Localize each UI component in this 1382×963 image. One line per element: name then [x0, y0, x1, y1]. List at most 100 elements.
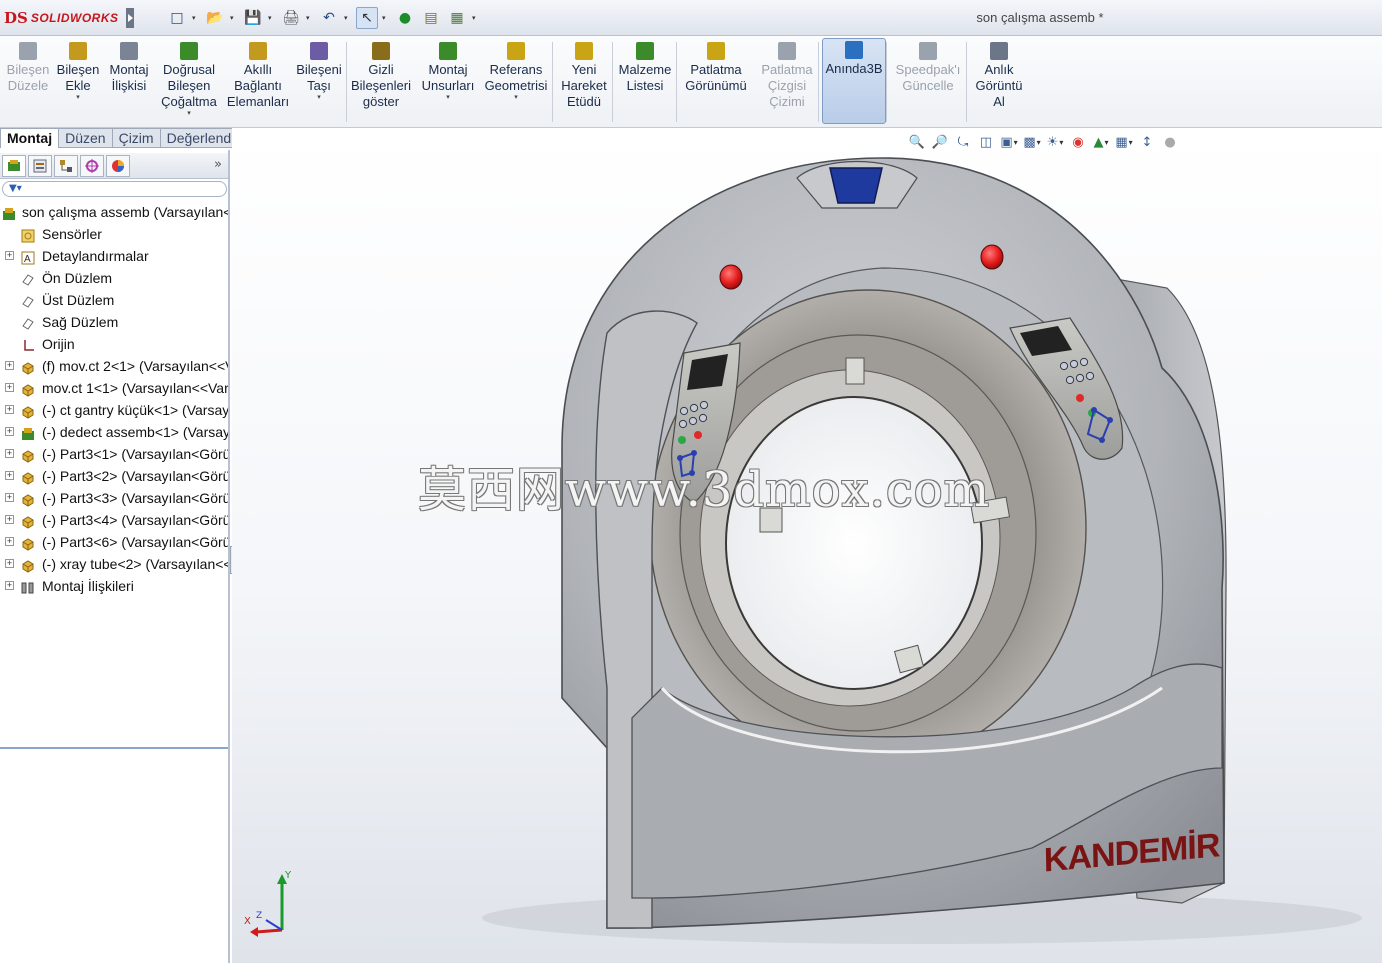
solidworks-logo[interactable]: DS SOLIDWORKS: [4, 7, 119, 29]
select-dropdown-icon[interactable]: ▾: [382, 14, 390, 22]
previous-view-icon[interactable]: ⤿: [954, 133, 972, 151]
chevron-down-icon[interactable]: ▾: [187, 110, 191, 118]
chevron-down-icon[interactable]: ▾: [514, 94, 518, 102]
rebuild-icon[interactable]: ●: [394, 7, 416, 29]
tree-item[interactable]: + (-) Part3<4> (Varsayılan<Görüntü Durumu: [0, 509, 228, 531]
open-dropdown-icon[interactable]: ▾: [230, 14, 238, 22]
more-tabs-chevron[interactable]: »: [214, 157, 222, 172]
expand-icon[interactable]: +: [5, 449, 14, 458]
command-label: Unsurları: [421, 78, 475, 93]
tab-montaj[interactable]: Montaj: [0, 128, 60, 148]
tab-çizim[interactable]: Çizim: [112, 128, 161, 148]
tree-item[interactable]: Ön Düzlem: [0, 267, 228, 289]
new-motion-study-button[interactable]: Yeni Hareket Etüdü: [556, 40, 612, 124]
expand-icon[interactable]: +: [5, 405, 14, 414]
section-view-icon[interactable]: ◫: [977, 133, 995, 151]
tree-item[interactable]: Sağ Düzlem: [0, 311, 228, 333]
save-dropdown-icon[interactable]: ▾: [268, 14, 276, 22]
select-icon[interactable]: ↖: [356, 7, 378, 29]
expand-icon[interactable]: +: [5, 493, 14, 502]
tree-item[interactable]: + (-) Part3<3> (Varsayılan<Görüntü Durumu: [0, 487, 228, 509]
display-style-icon[interactable]: ▩: [1023, 133, 1041, 151]
tree-filter-input[interactable]: ▼▾: [2, 181, 227, 197]
explode-line-sketch-button[interactable]: Patlatma Çizgisi Çizimi: [754, 40, 820, 124]
tree-item[interactable]: Orijin: [0, 333, 228, 355]
linear-pattern-button[interactable]: Doğrusal Bileşen Çoğaltma ▾: [156, 40, 222, 124]
tree-root-assembly[interactable]: son çalışma assemb (Varsayılan<Görüntü D…: [0, 201, 228, 223]
tree-item[interactable]: + Montaj İlişkileri: [0, 575, 228, 597]
zoom-to-area-icon[interactable]: 🔎: [931, 133, 949, 151]
command-label: Listesi: [626, 78, 664, 93]
menu-expand-arrow-icon[interactable]: [126, 8, 134, 28]
take-snapshot-button[interactable]: Anlık Görüntü Al: [970, 40, 1028, 124]
tree-item[interactable]: + mov.ct 1<1> (Varsayılan<<Varsayılan>_Gö…: [0, 377, 228, 399]
bill-of-materials-button[interactable]: Malzeme Listesi: [616, 40, 674, 124]
save-icon[interactable]: 💾: [242, 7, 264, 29]
expand-icon[interactable]: +: [5, 537, 14, 546]
new-dropdown-icon[interactable]: ▾: [192, 14, 200, 22]
edit-component-button[interactable]: Bileşen Düzele: [2, 40, 54, 124]
configurationmanager-icon[interactable]: [54, 154, 78, 177]
expand-icon[interactable]: +: [5, 251, 14, 260]
command-label: Malzeme: [618, 62, 672, 77]
chevron-down-icon[interactable]: ▾: [76, 94, 80, 102]
expand-icon[interactable]: +: [5, 361, 14, 370]
expand-icon[interactable]: +: [5, 471, 14, 480]
exploded-view-button[interactable]: Patlatma Görünümü: [680, 40, 752, 124]
expand-icon[interactable]: +: [5, 427, 14, 436]
options-icon[interactable]: ▦: [446, 7, 468, 29]
print-icon[interactable]: 🖨: [280, 7, 302, 29]
file-properties-icon[interactable]: ▤: [420, 7, 442, 29]
hide-show-icon[interactable]: ☀: [1046, 133, 1064, 151]
featuremanager-icon[interactable]: [2, 154, 26, 177]
graphics-area[interactable]: 🔍 🔎 ⤿ ◫ ▣ ▩ ☀ ◉ ▲ ▦ ↕ ● 莫西网www.3dmox.com…: [232, 128, 1382, 963]
tree-item[interactable]: + (-) xray tube<2> (Varsayılan<<Varsayıla…: [0, 553, 228, 575]
tree-item[interactable]: Sensörler: [0, 223, 228, 245]
view-orientation-icon[interactable]: ▣: [1000, 133, 1018, 151]
svg-text:A: A: [24, 254, 31, 265]
rotate-icon[interactable]: ↕: [1138, 133, 1156, 151]
apply-scene-icon[interactable]: ▲: [1092, 133, 1110, 151]
command-label: Patlatma: [761, 62, 813, 77]
mate-button[interactable]: Montaj İlişkisi: [104, 40, 154, 124]
open-icon[interactable]: 📂: [204, 7, 226, 29]
smart-fasteners-button[interactable]: Akıllı Bağlantı Elemanları: [224, 40, 292, 124]
tree-splitter[interactable]: [0, 747, 228, 749]
expand-icon[interactable]: +: [5, 559, 14, 568]
tree-item[interactable]: + (-) dedect assemb<1> (Varsayılan<Görünt…: [0, 421, 228, 443]
tree-item[interactable]: + (f) mov.ct 2<1> (Varsayılan<<Varsayılan…: [0, 355, 228, 377]
reference-geometry-button[interactable]: Referans Geometrisi ▾: [480, 40, 552, 124]
display-manager-icon[interactable]: [106, 154, 130, 177]
update-speedpak-button[interactable]: Speedpak'ı Güncelle: [890, 40, 966, 124]
undo-dropdown-icon[interactable]: ▾: [344, 14, 352, 22]
options-dropdown-icon[interactable]: ▾: [472, 14, 480, 22]
instant3d-button[interactable]: Anında3B: [822, 38, 886, 124]
tree-item[interactable]: + (-) Part3<2> (Varsayılan<Görüntü Durumu: [0, 465, 228, 487]
tree-item[interactable]: + A Detaylandırmalar: [0, 245, 228, 267]
assembly-features-button[interactable]: Montaj Unsurları ▾: [418, 40, 478, 124]
tree-item[interactable]: Üst Düzlem: [0, 289, 228, 311]
chevron-down-icon[interactable]: ▾: [446, 94, 450, 102]
print-dropdown-icon[interactable]: ▾: [306, 14, 314, 22]
tab-düzen[interactable]: Düzen: [59, 128, 113, 148]
tree-item[interactable]: + (-) Part3<6> (Varsayılan<Görüntü Durumu: [0, 531, 228, 553]
dimxpert-icon[interactable]: [80, 154, 104, 177]
expand-icon[interactable]: +: [5, 515, 14, 524]
command-label: Görüntü: [975, 78, 1023, 93]
record-icon[interactable]: ●: [1161, 133, 1179, 151]
undo-icon[interactable]: ↶: [318, 7, 340, 29]
show-hidden-button[interactable]: Gizli Bileşenleri göster: [348, 40, 414, 124]
tree-item[interactable]: + (-) ct gantry küçük<1> (Varsayılan<<Var…: [0, 399, 228, 421]
zoom-to-fit-icon[interactable]: 🔍: [908, 133, 926, 151]
propertymanager-icon[interactable]: [28, 154, 52, 177]
feature-manager-panel: » ▼▾ son çalışma assemb (Varsayılan<Görü…: [0, 150, 230, 963]
expand-icon[interactable]: +: [5, 581, 14, 590]
view-settings-icon[interactable]: ▦: [1115, 133, 1133, 151]
edit-appearance-icon[interactable]: ◉: [1069, 133, 1087, 151]
insert-component-button[interactable]: Bileşen Ekle ▾: [54, 40, 102, 124]
chevron-down-icon[interactable]: ▾: [317, 94, 321, 102]
new-icon[interactable]: □: [166, 7, 188, 29]
move-component-button[interactable]: Bileşeni Taşı ▾: [294, 40, 344, 124]
expand-icon[interactable]: +: [5, 383, 14, 392]
tree-item[interactable]: + (-) Part3<1> (Varsayılan<Görüntü Durumu: [0, 443, 228, 465]
